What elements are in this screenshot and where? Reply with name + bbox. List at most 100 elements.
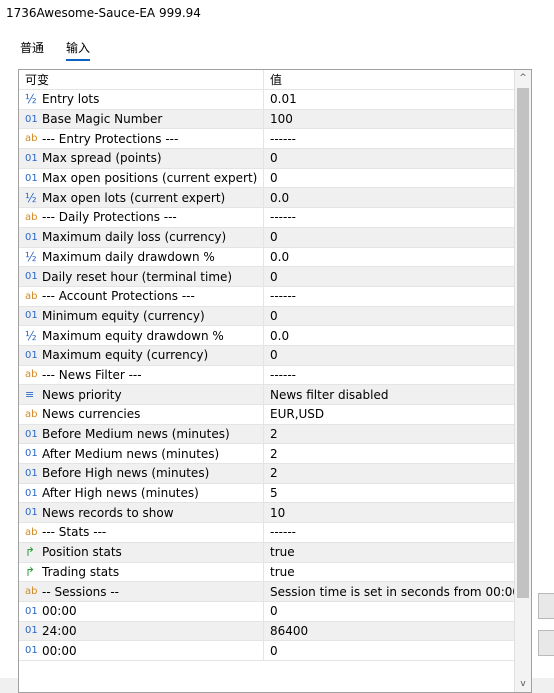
table-row[interactable]: ↱ Trading stats true — [19, 562, 514, 583]
table-row[interactable]: 01 Max open positions (current expert) 0 — [19, 168, 514, 189]
variable-name-cell[interactable]: ↱ Position stats — [19, 542, 264, 562]
variable-value-cell[interactable]: ------ — [265, 523, 514, 542]
variable-value-cell[interactable]: 0 — [265, 641, 514, 660]
variable-name-cell[interactable]: ab News currencies — [19, 405, 264, 424]
table-row[interactable]: ½ Entry lots 0.01 — [19, 90, 514, 110]
table-row[interactable]: 01 Before Medium news (minutes) 2 — [19, 424, 514, 445]
table-row[interactable]: 01 00:00 0 — [19, 601, 514, 622]
table-row[interactable]: ab --- Daily Protections --- ------ — [19, 208, 514, 228]
table-row[interactable]: 01 Base Magic Number 100 — [19, 109, 514, 130]
variable-name-cell[interactable]: ↱ Trading stats — [19, 562, 264, 582]
variable-value-cell[interactable]: 100 — [265, 110, 514, 129]
variable-name: Minimum equity (currency) — [42, 308, 205, 323]
variable-name-cell[interactable]: 01 News records to show — [19, 503, 264, 523]
vertical-scrollbar[interactable]: ^ v — [514, 70, 531, 692]
table-row[interactable]: ab --- News Filter --- ------ — [19, 365, 514, 386]
scroll-down-button[interactable]: v — [515, 676, 531, 692]
variable-name-cell[interactable]: 01 Base Magic Number — [19, 109, 264, 129]
variable-value-cell[interactable]: 0 — [265, 267, 514, 286]
variable-name-cell[interactable]: 01 Max spread (points) — [19, 149, 264, 168]
table-row[interactable]: ab -- Sessions -- Session time is set in … — [19, 582, 514, 602]
tab-inputs[interactable]: 输入 — [66, 39, 91, 61]
variable-name-cell[interactable]: 01 Daily reset hour (terminal time) — [19, 267, 264, 286]
variable-name-cell[interactable]: ab --- Stats --- — [19, 523, 264, 542]
table-row[interactable]: 01 Max spread (points) 0 — [19, 149, 514, 169]
column-header-variable[interactable]: 可变 — [19, 70, 264, 89]
table-row[interactable]: 01 Maximum equity (currency) 0 — [19, 345, 514, 366]
table-row[interactable]: 01 24:00 86400 — [19, 621, 514, 642]
table-row[interactable]: 01 After High news (minutes) 5 — [19, 483, 514, 504]
variable-value-cell[interactable]: ------ — [265, 129, 514, 148]
table-row[interactable]: 01 Minimum equity (currency) 0 — [19, 306, 514, 327]
variable-name: 24:00 — [42, 623, 77, 638]
table-row[interactable]: 01 After Medium news (minutes) 2 — [19, 444, 514, 465]
variable-value-cell[interactable]: 0 — [265, 346, 514, 365]
variable-value-cell[interactable]: 0.0 — [265, 326, 514, 345]
variable-name-cell[interactable]: ½ Maximum daily drawdown % — [19, 247, 264, 267]
variable-name-cell[interactable]: 01 Maximum equity (currency) — [19, 345, 264, 365]
table-row[interactable]: 01 News records to show 10 — [19, 503, 514, 524]
variable-value-cell[interactable]: 0 — [265, 602, 514, 621]
variable-value-cell[interactable]: 0 — [265, 169, 514, 188]
variable-name-cell[interactable]: 01 Maximum daily loss (currency) — [19, 227, 264, 247]
table-row[interactable]: 01 Before High news (minutes) 2 — [19, 464, 514, 484]
variable-name-cell[interactable]: ½ Max open lots (current expert) — [19, 188, 264, 208]
variable-value-cell[interactable]: 0 — [265, 149, 514, 168]
variable-value-cell[interactable]: 0.0 — [265, 188, 514, 207]
table-row[interactable]: ab News currencies EUR,USD — [19, 405, 514, 425]
variable-name-cell[interactable]: 01 Max open positions (current expert) — [19, 168, 264, 188]
side-button-top[interactable] — [538, 593, 554, 619]
table-row[interactable]: ½ Maximum daily drawdown % 0.0 — [19, 247, 514, 268]
variable-name-cell[interactable]: 01 Before Medium news (minutes) — [19, 424, 264, 444]
variable-name-cell[interactable]: 01 After Medium news (minutes) — [19, 444, 264, 464]
variable-value-cell[interactable]: ------ — [265, 208, 514, 227]
table-row[interactable]: 01 Maximum daily loss (currency) 0 — [19, 227, 514, 248]
column-header-value[interactable]: 值 — [265, 70, 514, 89]
variable-value-cell[interactable]: 0.0 — [265, 248, 514, 267]
side-button-bottom[interactable] — [538, 630, 554, 656]
variable-value-cell[interactable]: 5 — [265, 484, 514, 503]
variable-value-cell[interactable]: true — [265, 543, 514, 562]
variable-value-cell[interactable]: 2 — [265, 464, 514, 483]
variable-value-cell[interactable]: ------ — [265, 366, 514, 385]
variable-name-cell[interactable]: ab --- Entry Protections --- — [19, 129, 264, 149]
variable-name-cell[interactable]: ab --- Account Protections --- — [19, 286, 264, 306]
scroll-up-button[interactable]: ^ — [515, 70, 531, 86]
table-row[interactable]: 01 00:00 0 — [19, 641, 514, 661]
scrollbar-thumb[interactable] — [517, 88, 529, 598]
variable-value-cell[interactable]: Session time is set in seconds from 00:0… — [265, 582, 514, 601]
variable-name-cell[interactable]: ≡ News priority — [19, 385, 264, 404]
variable-value-cell[interactable]: 0 — [265, 307, 514, 326]
variable-value-cell[interactable]: News filter disabled — [265, 385, 514, 404]
variable-value-cell[interactable]: 2 — [265, 425, 514, 444]
variable-name-cell[interactable]: 01 Before High news (minutes) — [19, 464, 264, 483]
variable-value-cell[interactable]: 0 — [265, 228, 514, 247]
table-row[interactable]: ≡ News priority News filter disabled — [19, 385, 514, 405]
variable-value-cell[interactable]: true — [265, 563, 514, 582]
table-row[interactable]: ↱ Position stats true — [19, 542, 514, 563]
table-row[interactable]: ab --- Stats --- ------ — [19, 523, 514, 543]
table-row[interactable]: ab --- Entry Protections --- ------ — [19, 129, 514, 150]
variable-name-cell[interactable]: 01 After High news (minutes) — [19, 483, 264, 503]
variable-name-cell[interactable]: 01 Minimum equity (currency) — [19, 306, 264, 326]
tab-general[interactable]: 普通 — [20, 39, 44, 56]
variable-name-cell[interactable]: 01 00:00 — [19, 601, 264, 621]
variable-name-cell[interactable]: ab -- Sessions -- — [19, 582, 264, 601]
table-row[interactable]: ½ Max open lots (current expert) 0.0 — [19, 188, 514, 209]
table-row[interactable]: ½ Maximum equity drawdown % 0.0 — [19, 326, 514, 346]
variable-value-cell[interactable]: 10 — [265, 503, 514, 522]
variable-value-cell[interactable]: 2 — [265, 444, 514, 463]
variable-value-cell[interactable]: EUR,USD — [265, 405, 514, 424]
variable-value-cell[interactable]: ------ — [265, 287, 514, 306]
variable-name-cell[interactable]: 01 00:00 — [19, 641, 264, 660]
variable-value-cell[interactable]: 86400 — [265, 622, 514, 641]
boolean-icon: ↱ — [25, 564, 36, 579]
variable-name-cell[interactable]: ½ Maximum equity drawdown % — [19, 326, 264, 345]
variable-value-cell[interactable]: 0.01 — [265, 90, 514, 109]
variable-name-cell[interactable]: ab --- Daily Protections --- — [19, 208, 264, 227]
table-row[interactable]: 01 Daily reset hour (terminal time) 0 — [19, 267, 514, 287]
variable-name-cell[interactable]: 01 24:00 — [19, 621, 264, 641]
variable-name-cell[interactable]: ½ Entry lots — [19, 90, 264, 109]
variable-name-cell[interactable]: ab --- News Filter --- — [19, 365, 264, 385]
table-row[interactable]: ab --- Account Protections --- ------ — [19, 286, 514, 307]
